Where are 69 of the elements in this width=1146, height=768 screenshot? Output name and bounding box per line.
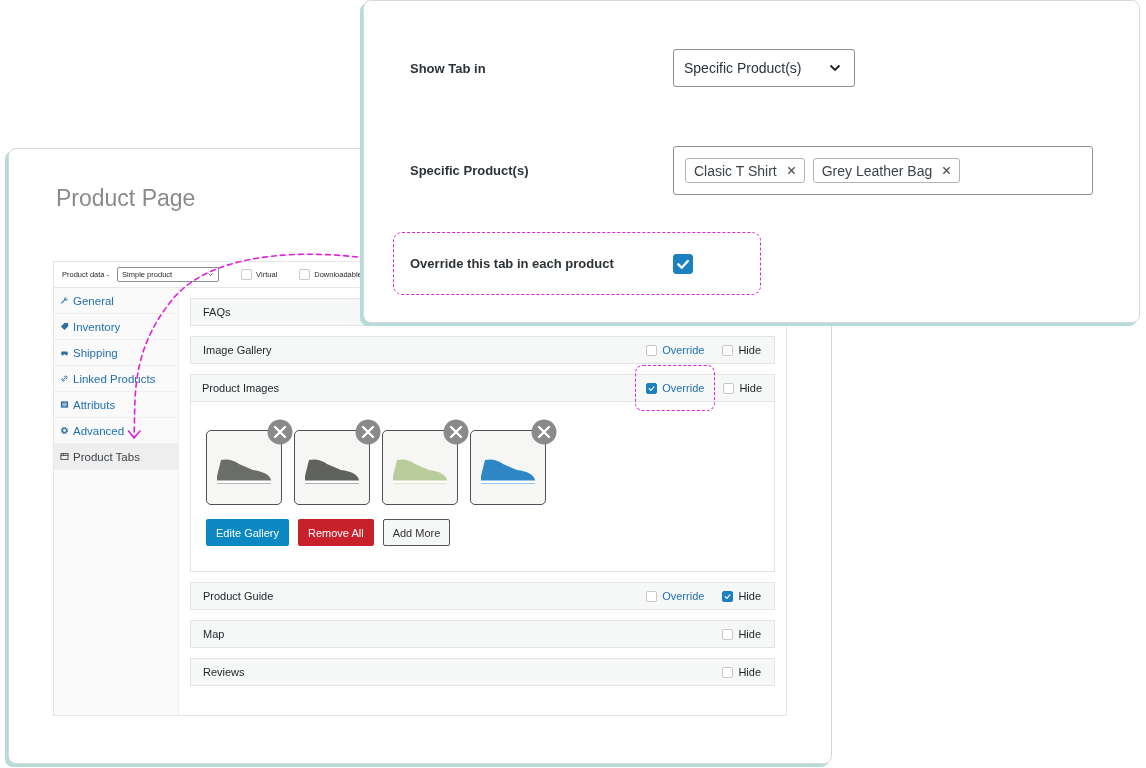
sidebar-item-label[interactable]: General (73, 294, 114, 307)
tab-section-title: Image Gallery (203, 344, 273, 356)
checkbox[interactable] (722, 344, 734, 356)
checkbox[interactable] (723, 382, 735, 394)
hide-label[interactable]: Hide (738, 628, 761, 640)
wrench-icon (60, 296, 69, 305)
sidebar-item[interactable]: Inventory (54, 314, 178, 340)
hide-label[interactable]: Hide (739, 382, 762, 394)
sidebar-item-label[interactable]: Linked Products (73, 372, 156, 385)
tab-section-header[interactable]: Product Guide Override Hide (190, 582, 775, 610)
sidebar-item-label[interactable]: Attributs (73, 398, 116, 411)
window-icon (60, 452, 69, 461)
override-label[interactable]: Override (662, 382, 705, 394)
checkbox[interactable] (299, 269, 311, 280)
sidebar-item-label[interactable]: Advanced (73, 424, 125, 437)
list-icon (60, 400, 69, 409)
close-icon[interactable] (355, 419, 381, 445)
tab-section-header[interactable]: Map Hide (190, 620, 775, 648)
checkbox[interactable] (722, 666, 734, 678)
field-label: Show Tab in (410, 60, 487, 76)
field-label: Override this tab in each product (410, 256, 615, 271)
gallery-button[interactable]: Edite Gallery (206, 519, 289, 546)
tag-label: Clasic T Shirt (694, 162, 777, 179)
gallery-button[interactable]: Remove All (298, 519, 374, 546)
checkbox[interactable] (722, 628, 734, 640)
checkbox[interactable] (241, 269, 253, 280)
override-label[interactable]: Override (662, 590, 705, 602)
tab-section-header[interactable]: Image Gallery Override Hide (190, 336, 775, 364)
checkbox[interactable] (646, 344, 658, 356)
tab-section-title: Product Guide (203, 590, 275, 602)
checkbox[interactable] (673, 253, 693, 274)
gallery-button[interactable]: Add More (382, 519, 451, 546)
override-label[interactable]: Override (662, 344, 705, 356)
sidebar-item-label[interactable]: Product Tabs (73, 450, 140, 463)
tab-section-header[interactable]: Reviews Hide (190, 658, 775, 686)
close-icon[interactable] (267, 419, 293, 445)
sidebar-item-label[interactable]: Shipping (73, 346, 118, 359)
checkbox[interactable] (722, 590, 734, 602)
page-title: Product Page (56, 184, 197, 213)
tab-section-header[interactable]: Product Images Override Hide (190, 364, 775, 412)
field-label: Specific Product(s) (410, 163, 530, 178)
sidebar-item[interactable]: Linked Products (54, 366, 178, 392)
close-icon[interactable] (786, 166, 796, 175)
link-icon (60, 374, 69, 383)
tag-label: Grey Leather Bag (821, 162, 933, 179)
hide-label[interactable]: Hide (738, 666, 761, 678)
check-icon (723, 591, 733, 601)
sidebar-item[interactable]: Product Tabs (54, 444, 178, 470)
tab-section-title: Map (203, 628, 226, 640)
close-icon[interactable] (531, 419, 557, 445)
tab-section-title: Product Images (202, 382, 281, 394)
product-tags-field[interactable]: Clasic T Shirt Grey Leather Bag (673, 146, 1093, 195)
hide-label[interactable]: Hide (738, 344, 761, 356)
sidebar-item-label[interactable]: Inventory (73, 320, 121, 333)
sidebar-item[interactable]: Shipping (54, 340, 178, 366)
gear-icon (60, 426, 69, 435)
close-icon[interactable] (443, 419, 469, 445)
checkbox[interactable] (646, 590, 658, 602)
sidebar-item[interactable]: General (54, 288, 178, 314)
show-tab-select[interactable]: Specific Product(s) (673, 49, 855, 87)
tab-section-title: Reviews (203, 666, 246, 678)
check-icon (647, 383, 657, 393)
tab-section-title: FAQs (203, 306, 232, 318)
checkbox[interactable] (646, 382, 658, 394)
chevron-icon (207, 271, 215, 278)
hide-label[interactable]: Hide (738, 590, 761, 602)
tag-icon (60, 322, 69, 331)
close-icon[interactable] (942, 166, 952, 175)
sidebar-item[interactable]: Attributs (54, 392, 178, 418)
